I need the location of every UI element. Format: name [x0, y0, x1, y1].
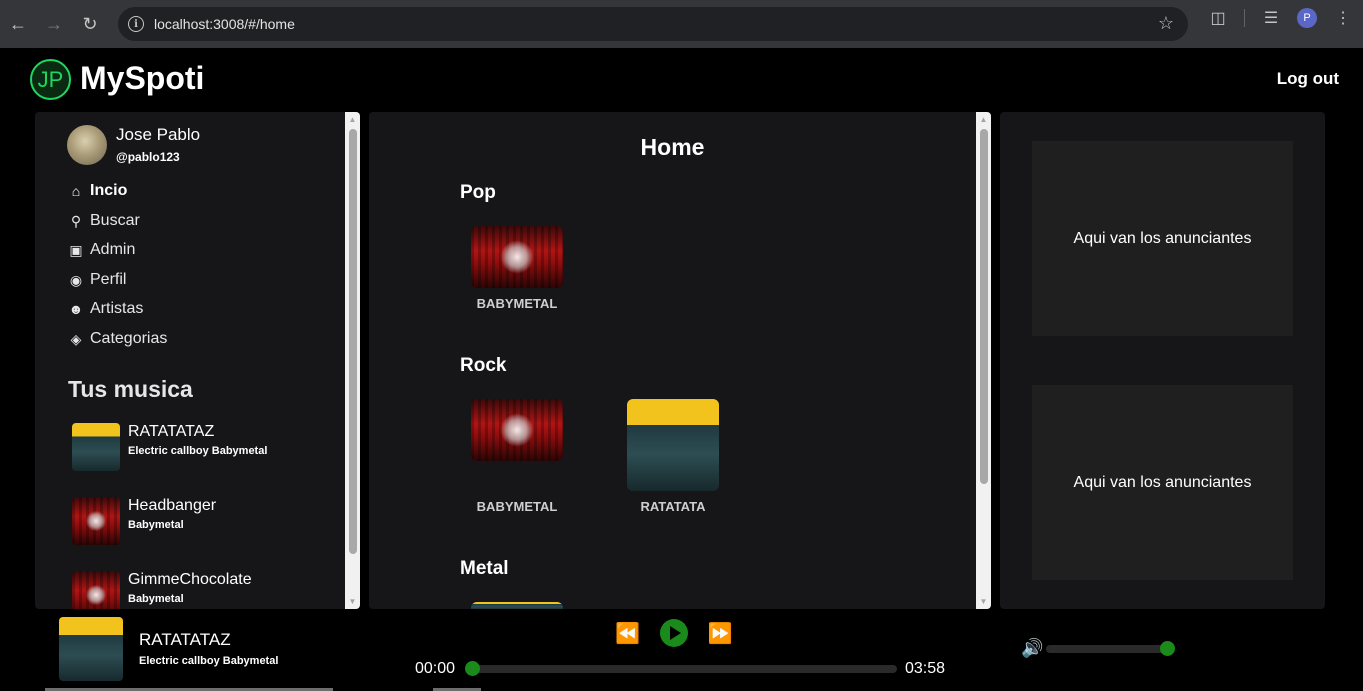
- logout-button[interactable]: Log out: [1277, 69, 1339, 89]
- nav-item-label: Categorias: [90, 330, 168, 347]
- genre-title-pop: Pop: [460, 182, 496, 203]
- menu-kebab-icon[interactable]: ⋮: [1331, 8, 1355, 28]
- scroll-down-arrow-icon[interactable]: ▼: [345, 594, 360, 609]
- page-title: Home: [640, 134, 705, 160]
- nav-item-buscar[interactable]: ⚲ Buscar: [68, 212, 140, 230]
- progress-knob[interactable]: [465, 661, 480, 676]
- app-logo[interactable]: JP: [30, 59, 71, 100]
- user-handle: @pablo123: [116, 150, 180, 164]
- genre-title-rock: Rock: [460, 355, 507, 376]
- address-bar[interactable]: i localhost:3008/#/home ☆: [118, 7, 1188, 41]
- play-icon: [669, 626, 681, 640]
- user-circle-icon: ◉: [69, 271, 83, 288]
- nav-item-inicio[interactable]: ⌂ Incio: [68, 182, 128, 200]
- now-playing-cover: [59, 617, 123, 681]
- address-url[interactable]: localhost:3008/#/home: [154, 16, 295, 32]
- app-header: JP MySpoti Log out: [0, 48, 1363, 112]
- song-title: RATATATAZ: [128, 423, 215, 440]
- fast-forward-icon[interactable]: ⏩: [708, 621, 733, 646]
- briefcase-icon: ▣: [69, 241, 83, 258]
- album-cover: [627, 399, 719, 491]
- scroll-up-arrow-icon[interactable]: ▲: [345, 112, 360, 127]
- brand-title: MySpoti: [80, 60, 205, 96]
- library-title: Tus musica: [68, 376, 193, 402]
- nav-item-perfil[interactable]: ◉ Perfil: [68, 271, 127, 289]
- album-cover: [471, 399, 563, 461]
- play-button[interactable]: [659, 619, 688, 647]
- nav-item-categorias[interactable]: ◈ Categorias: [68, 330, 168, 348]
- duration: 03:58: [905, 660, 946, 677]
- current-time: 00:00: [415, 660, 456, 677]
- toolbar-divider: [1244, 9, 1245, 27]
- media-control-icon[interactable]: ☰: [1259, 8, 1283, 28]
- ads-panel: Aqui van los anunciantes Aqui van los an…: [1000, 112, 1325, 609]
- forward-icon[interactable]: →: [36, 6, 72, 42]
- rewind-icon[interactable]: ⏪: [615, 621, 640, 646]
- ad-slot[interactable]: Aqui van los anunciantes: [1032, 385, 1293, 580]
- nav-item-artistas[interactable]: ☻ Artistas: [68, 300, 144, 318]
- sidebar-scrollbar[interactable]: ▲ ▼: [345, 112, 360, 609]
- list-item[interactable]: RATATATAZ Electric callboy Babymetal: [72, 423, 342, 475]
- song-cover: [72, 497, 120, 545]
- song-artists: Babymetal: [128, 519, 184, 531]
- genre-title-metal: Metal: [460, 558, 509, 579]
- album-card[interactable]: RATATATA: [627, 399, 719, 514]
- tag-icon: ◈: [70, 330, 82, 347]
- song-cover: [72, 423, 120, 471]
- nav-item-label: Incio: [90, 182, 128, 199]
- extensions-icon[interactable]: ◫: [1206, 8, 1230, 28]
- volume-icon[interactable]: 🔊: [1021, 638, 1043, 659]
- nav-item-label: Perfil: [90, 271, 127, 288]
- list-item[interactable]: Headbanger Babymetal: [72, 497, 342, 549]
- profile-avatar[interactable]: P: [1297, 8, 1317, 28]
- song-cover: [72, 571, 120, 609]
- now-playing-artists: Electric callboy Babymetal: [139, 655, 279, 667]
- album-label: RATATATA: [640, 499, 706, 514]
- album-cover: [471, 226, 563, 288]
- back-icon[interactable]: ←: [0, 6, 36, 42]
- ad-slot[interactable]: Aqui van los anunciantes: [1032, 141, 1293, 336]
- song-title: GimmeChocolate: [128, 571, 252, 588]
- avatar[interactable]: [67, 125, 107, 165]
- main-content: Home Pop BABYMETAL Rock BABYMETAL RATATA…: [369, 112, 991, 609]
- playback-controls: ⏪ ⏩: [615, 619, 733, 647]
- list-item[interactable]: GimmeChocolate Babymetal: [72, 571, 342, 609]
- nav-item-label: Artistas: [90, 300, 144, 317]
- album-card[interactable]: BABYMETAL: [471, 399, 563, 514]
- scroll-up-arrow-icon[interactable]: ▲: [976, 112, 991, 127]
- search-icon: ⚲: [70, 212, 82, 229]
- bookmark-star-icon[interactable]: ☆: [1158, 13, 1174, 34]
- player-bar: RATATATAZ Electric callboy Babymetal ⏪ ⏩…: [0, 609, 1363, 691]
- users-icon: ☻: [68, 301, 84, 317]
- song-title: Headbanger: [128, 497, 217, 514]
- now-playing-title: RATATATAZ: [139, 630, 231, 649]
- album-label: BABYMETAL: [476, 499, 558, 514]
- volume-knob[interactable]: [1160, 641, 1175, 656]
- song-artists: Babymetal: [128, 593, 184, 605]
- main-scrollbar[interactable]: ▲ ▼: [976, 112, 991, 609]
- nav-item-label: Admin: [90, 241, 136, 258]
- album-label: BABYMETAL: [476, 296, 558, 311]
- user-name: Jose Pablo: [116, 125, 201, 144]
- nav-item-label: Buscar: [90, 212, 140, 229]
- scroll-down-arrow-icon[interactable]: ▼: [976, 594, 991, 609]
- site-info-icon[interactable]: i: [128, 16, 144, 32]
- home-icon: ⌂: [71, 183, 81, 199]
- album-cover[interactable]: [471, 602, 563, 609]
- browser-toolbar: ← → ↻ i localhost:3008/#/home ☆ ◫ ☰ P ⋮: [0, 0, 1363, 48]
- reload-icon[interactable]: ↻: [72, 6, 108, 42]
- album-card[interactable]: BABYMETAL: [471, 226, 563, 311]
- scroll-thumb[interactable]: [349, 129, 357, 554]
- song-artists: Electric callboy Babymetal: [128, 445, 268, 457]
- volume-slider[interactable]: [1046, 641, 1175, 656]
- nav-item-admin[interactable]: ▣ Admin: [68, 241, 135, 259]
- sidebar: Jose Pablo @pablo123 ⌂ Incio ⚲ Buscar ▣ …: [35, 112, 360, 609]
- progress-bar[interactable]: [465, 661, 897, 676]
- scroll-thumb[interactable]: [980, 129, 988, 484]
